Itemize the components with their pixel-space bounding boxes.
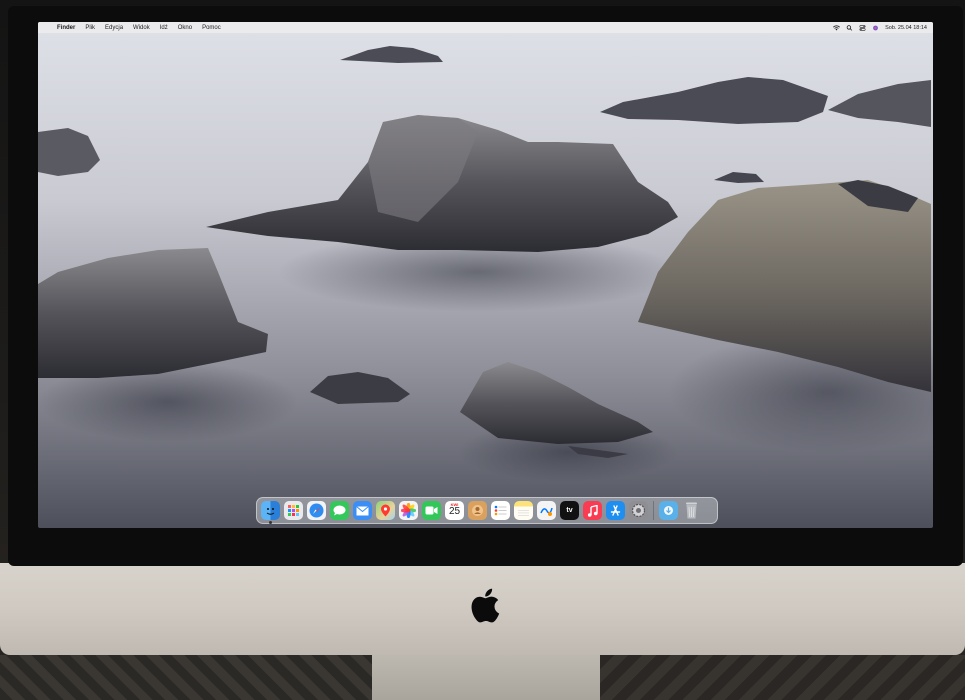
control-center-icon[interactable] <box>859 24 866 31</box>
launchpad-icon[interactable] <box>284 501 303 520</box>
menu-app-name[interactable]: Finder <box>52 25 80 31</box>
siri-icon[interactable] <box>872 25 879 31</box>
reminders-icon[interactable] <box>491 501 510 520</box>
settings-icon[interactable] <box>629 501 648 520</box>
wifi-icon[interactable] <box>833 24 841 31</box>
finder-icon[interactable] <box>261 501 280 524</box>
apple-logo-icon <box>471 588 500 623</box>
tv-icon[interactable]: tv <box>560 501 579 520</box>
desktop-screen: Finder Plik Edycja Widok Idź Okno Pomoc … <box>38 22 933 528</box>
trash-icon[interactable] <box>682 501 701 520</box>
menu-bar: Finder Plik Edycja Widok Idź Okno Pomoc … <box>38 22 933 33</box>
dock-separator <box>653 501 654 520</box>
menu-view[interactable]: Widok <box>128 25 155 31</box>
downloads-folder-icon[interactable] <box>659 501 678 520</box>
menu-edit[interactable]: Edycja <box>100 25 128 31</box>
running-indicator <box>269 521 272 524</box>
menu-go[interactable]: Idź <box>155 25 173 31</box>
messages-icon[interactable] <box>330 501 349 520</box>
desktop-wallpaper[interactable] <box>38 22 933 528</box>
desk-surface-left <box>0 655 372 700</box>
music-icon[interactable] <box>583 501 602 520</box>
menu-file[interactable]: Plik <box>80 25 100 31</box>
desk-surface-right <box>600 655 965 700</box>
freeform-icon[interactable] <box>537 501 556 520</box>
contacts-icon[interactable] <box>468 501 487 520</box>
menu-help[interactable]: Pomoc <box>197 25 226 31</box>
dock: KWI 25 tv <box>256 497 718 524</box>
calendar-icon[interactable]: KWI 25 <box>445 501 464 520</box>
notes-icon[interactable] <box>514 501 533 520</box>
imac-stand <box>372 655 600 700</box>
tv-app-label: tv <box>566 507 573 514</box>
photos-icon[interactable] <box>399 501 418 520</box>
facetime-icon[interactable] <box>422 501 441 520</box>
menu-window[interactable]: Okno <box>173 25 197 31</box>
app-store-icon[interactable] <box>606 501 625 520</box>
calendar-day-label: 25 <box>448 506 461 517</box>
search-icon[interactable] <box>846 24 853 31</box>
safari-icon[interactable] <box>307 501 326 520</box>
menu-bar-clock[interactable]: Sob. 25.04 18:14 <box>885 25 927 31</box>
mail-icon[interactable] <box>353 501 372 520</box>
menu-bar-extras: Sob. 25.04 18:14 <box>833 25 933 31</box>
maps-icon[interactable] <box>376 501 395 520</box>
